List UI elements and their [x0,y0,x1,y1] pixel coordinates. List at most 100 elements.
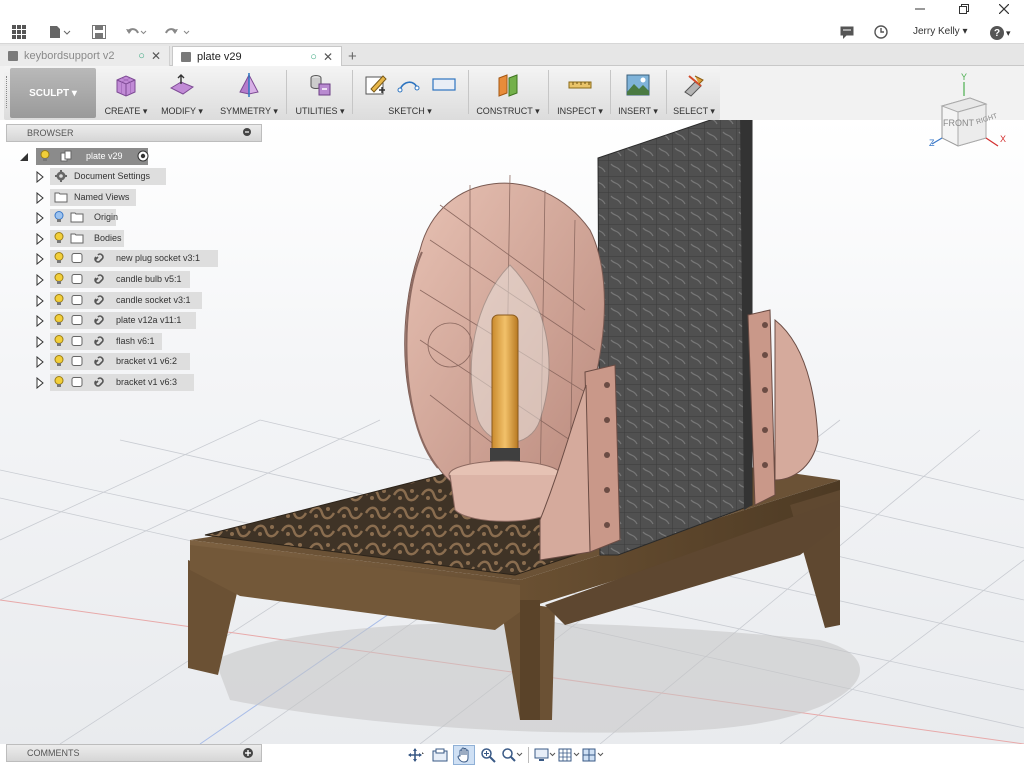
tree-item-label: bracket v1 v6:3 [116,377,178,387]
utilities-menu[interactable]: UTILITIES ▾ [290,66,350,120]
browser-tree-row[interactable]: bracket v1 v6:2 [32,353,256,370]
browser-panel: BROWSER [6,124,262,142]
inspect-menu[interactable]: INSPECT ▾ [552,66,608,120]
expand-arrow-icon[interactable] [35,171,45,183]
comments-title: COMMENTS [27,748,80,758]
visibility-bulb-icon[interactable] [54,355,64,367]
workspace-switcher[interactable]: SCULPT ▾ [10,68,96,118]
look-at-button[interactable] [429,745,451,765]
active-target-icon[interactable] [137,150,149,162]
chevron-down-icon: ▾ [1006,27,1011,38]
save-button[interactable] [90,22,108,42]
pan-button[interactable] [453,745,475,765]
axis-y-label: Y [961,72,968,82]
view-cube-front-label[interactable]: FRONT [943,118,974,128]
orbit-button[interactable] [405,745,427,765]
look-at-icon [432,748,448,762]
symmetry-icon [239,73,259,97]
tree-item-label: bracket v1 v6:2 [116,356,178,366]
tab-plate[interactable]: plate v29 ○ ✕ [172,46,342,66]
minimize-button[interactable] [900,0,940,18]
tree-item-label: Origin [94,212,119,222]
relief-panel [597,120,753,556]
add-comment-icon[interactable] [243,748,253,758]
visibility-bulb-icon[interactable] [54,232,64,244]
visibility-bulb-icon[interactable] [54,376,64,388]
browser-tree-row[interactable]: flash v6:1 [32,333,256,350]
visibility-bulb-icon[interactable] [54,273,64,285]
browser-tree-row[interactable]: Named Views [32,189,256,206]
visibility-bulb-icon[interactable] [54,294,64,306]
visibility-bulb-icon[interactable] [54,335,64,347]
construct-menu[interactable]: CONSTRUCT ▾ [472,66,544,120]
fit-button[interactable] [501,745,523,765]
browser-tree-row[interactable]: new plug socket v3:1 [32,250,256,267]
file-menu-button[interactable] [46,22,74,42]
close-tab-icon[interactable]: ✕ [151,49,161,63]
expand-arrow-icon[interactable] [35,253,45,265]
symmetry-menu[interactable]: SYMMETRY ▾ [214,66,284,120]
toolbar-grip[interactable] [6,76,9,108]
navigation-bar [405,744,617,766]
ribbon-toolbar: SCULPT ▾ CREATE ▾ MODIFY ▾ SYMMETRY ▾ UT… [0,66,1024,120]
insert-image-icon [626,74,650,96]
browser-tree-row[interactable]: plate v12a v11:1 [32,312,256,329]
display-settings-button[interactable] [534,745,556,765]
comments-panel[interactable]: COMMENTS [6,744,262,762]
visibility-bulb-icon[interactable] [54,314,64,326]
insert-menu[interactable]: INSERT ▾ [612,66,664,120]
restore-button[interactable] [944,0,984,18]
expand-arrow-icon[interactable] [35,295,45,307]
new-tab-button[interactable]: + [348,46,362,66]
sketch-menu[interactable]: SKETCH ▾ [356,66,464,120]
construct-label: CONSTRUCT ▾ [476,106,540,116]
measure-icon [568,81,592,89]
user-account-menu[interactable]: Jerry Kelly ▾ [913,26,967,37]
help-menu-button[interactable]: ? ▾ [990,24,1018,42]
expand-arrow-icon[interactable] [35,274,45,286]
browser-tree-row[interactable]: candle bulb v5:1 [32,271,256,288]
toolbar-separator [468,70,469,114]
visibility-bulb-icon[interactable] [54,211,64,223]
link-icon [94,336,104,346]
browser-tree-row[interactable]: Origin [32,209,256,226]
viewports-button[interactable] [582,745,604,765]
app-grid-button[interactable] [10,22,28,42]
collapse-arrow-icon[interactable] [19,152,29,162]
view-cube[interactable]: FRONT RIGHT Y X Z [924,72,1020,154]
create-sketch-icon [365,75,387,95]
modify-menu[interactable]: MODIFY ▾ [154,66,210,120]
close-tab-icon[interactable]: ✕ [323,50,333,64]
comments-toggle-button[interactable] [838,22,856,42]
expand-arrow-icon[interactable] [35,233,45,245]
expand-arrow-icon[interactable] [35,377,45,389]
browser-tree-row[interactable]: Document Settings [32,168,256,185]
expand-arrow-icon[interactable] [35,356,45,368]
create-menu[interactable]: CREATE ▾ [98,66,154,120]
browser-root-row[interactable]: plate v29 [16,148,256,165]
expand-arrow-icon[interactable] [35,336,45,348]
job-status-button[interactable] [872,22,890,42]
visibility-bulb-icon[interactable] [40,150,50,162]
minimize-icon [915,8,925,10]
browser-header[interactable]: BROWSER [6,124,262,142]
redo-button[interactable] [162,22,192,42]
select-menu[interactable]: SELECT ▾ [668,66,720,120]
axis-z-label: Z [929,138,935,148]
tab-keybordsupport[interactable]: keybordsupport v2 ○ ✕ [0,46,170,66]
link-icon [94,315,104,325]
expand-arrow-icon[interactable] [35,315,45,327]
expand-arrow-icon[interactable] [35,192,45,204]
collapse-icon[interactable] [243,128,251,136]
browser-tree-row[interactable]: candle socket v3:1 [32,292,256,309]
visibility-bulb-icon[interactable] [54,252,64,264]
browser-tree-row[interactable]: bracket v1 v6:3 [32,374,256,391]
close-window-button[interactable] [984,0,1024,18]
zoom-button[interactable] [477,745,499,765]
hand-icon [457,747,469,763]
expand-arrow-icon[interactable] [35,212,45,224]
undo-button[interactable] [124,22,148,42]
link-icon [94,253,104,263]
browser-tree-row[interactable]: Bodies [32,230,256,247]
grid-settings-button[interactable] [558,745,580,765]
